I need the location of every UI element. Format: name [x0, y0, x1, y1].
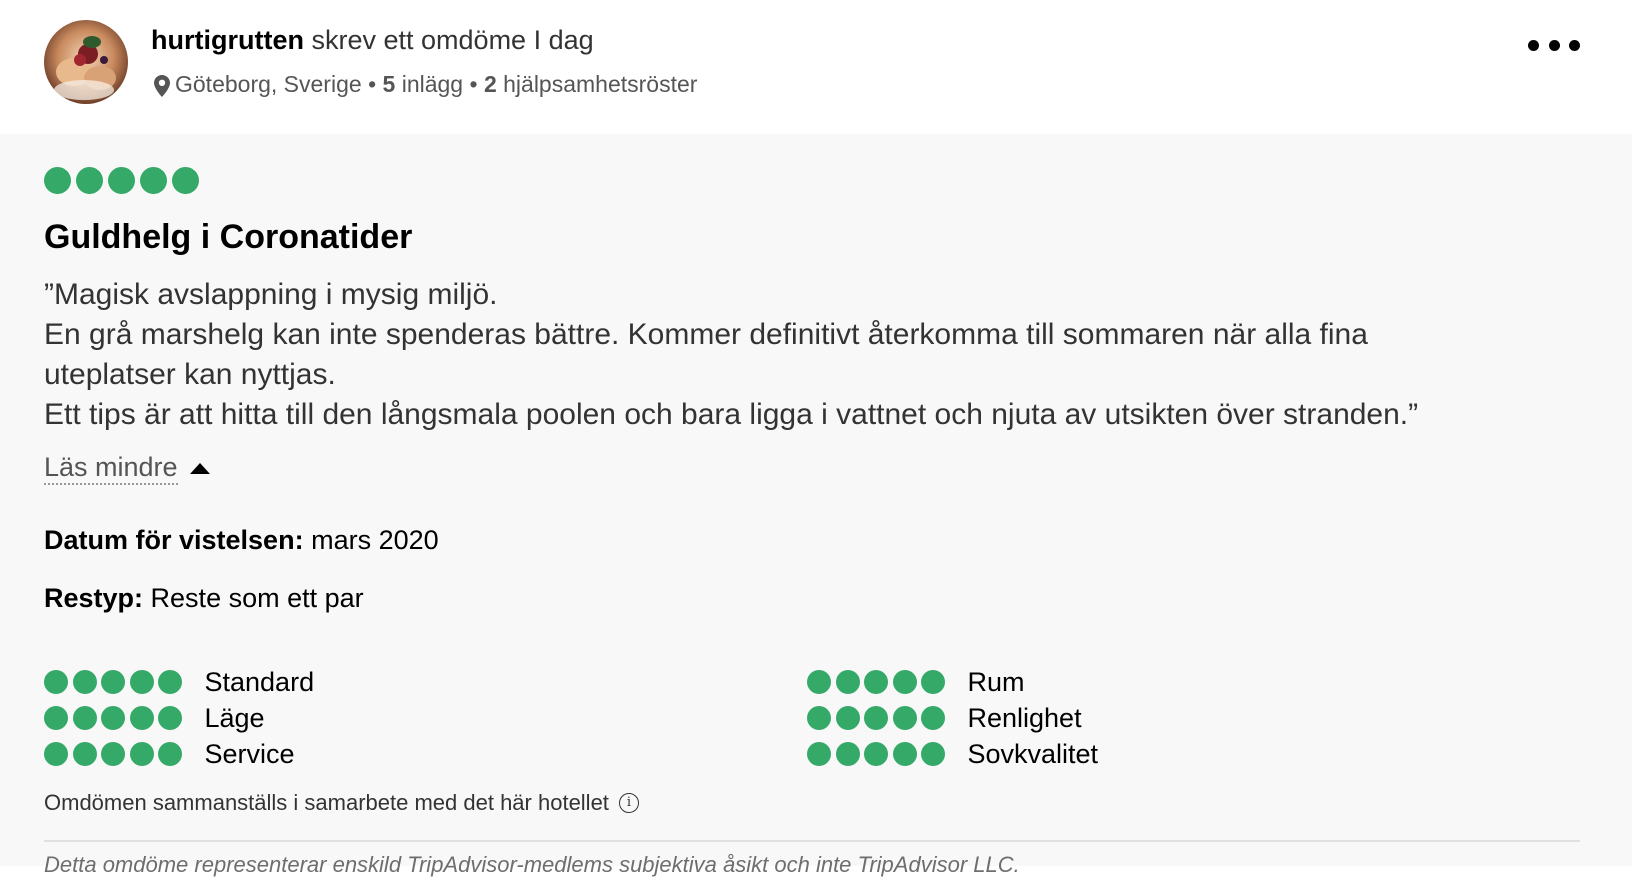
sub-rating-bubbles [44, 742, 187, 766]
rating-bubble [892, 742, 917, 766]
rating-bubble [807, 706, 831, 730]
rating-bubble [921, 706, 945, 730]
review-text-line: ”Magisk avslappning i mysig miljö. [44, 278, 498, 311]
author-meta: Göteborg, Sverige • 5 inlägg • 2 hjälpsa… [154, 68, 697, 100]
rating-bubble [158, 742, 182, 766]
read-less-label[interactable]: Läs mindre [44, 451, 178, 485]
review-text-line: Ett tips är att hitta till den långsmala… [44, 398, 1419, 431]
sub-rating-bubbles [44, 670, 187, 694]
votes-count: 2 [483, 71, 497, 97]
rating-bubble [158, 670, 182, 694]
stay-date-value: mars 2020 [311, 525, 439, 555]
sub-rating-standard: Standard [44, 664, 314, 700]
rating-bubble [129, 706, 154, 730]
more-options-icon[interactable] [1528, 30, 1580, 60]
rating-bubble [129, 742, 154, 766]
rating-bubble [864, 706, 888, 730]
review-disclaimer: Omdömen sammanställs i samarbete med det… [44, 788, 639, 818]
author-action-text: skrev ett omdöme I dag [311, 25, 594, 55]
rating-bubble [172, 167, 199, 194]
sub-rating-bubbles [807, 670, 950, 694]
review-header: hurtigrutten skrev ett omdöme I dag Göte… [0, 0, 1632, 134]
rating-bubble [76, 167, 103, 194]
rating-bubble [101, 670, 125, 694]
sub-rating-label: Standard [204, 666, 315, 697]
rating-bubble [864, 742, 888, 766]
disclaimer-text: Omdömen sammanställs i samarbete med det… [44, 790, 609, 815]
rating-bubble [72, 706, 97, 730]
rating-bubble [44, 742, 68, 766]
sub-rating-label: Service [204, 738, 295, 769]
meta-separator: • [368, 71, 377, 97]
sub-rating-label: Renlighet [967, 702, 1082, 733]
rating-bubble [921, 670, 945, 694]
posts-count: 5 [382, 71, 396, 97]
review-text-line: uteplatser kan nyttjas. [44, 358, 336, 391]
rating-bubble [44, 706, 68, 730]
trip-type-label: Restyp: [44, 583, 144, 613]
sub-rating-bubbles [807, 706, 950, 730]
review-text-line: En grå marshelg kan inte spenderas bättr… [44, 318, 1368, 351]
rating-bubble [108, 167, 135, 194]
stay-date: Datum för vistelsen: mars 2020 [44, 522, 439, 558]
info-icon[interactable]: i [618, 793, 639, 813]
rating-bubble [864, 670, 888, 694]
review-footer-note: Detta omdöme representerar enskild TripA… [44, 852, 1020, 877]
rating-bubble [72, 742, 97, 766]
review-rating [44, 167, 204, 194]
divider [44, 840, 1580, 842]
rating-bubble [892, 706, 917, 730]
rating-bubble [44, 670, 68, 694]
votes-label: hjälpsamhetsröster [503, 71, 698, 97]
sub-rating-sovkvalitet: Sovkvalitet [807, 736, 1098, 772]
review-text: ”Magisk avslappning i mysig miljö. En gr… [44, 275, 1604, 435]
sub-rating-renlighet: Renlighet [807, 700, 1082, 736]
author-username[interactable]: hurtigrutten [151, 25, 304, 55]
more-dot [1528, 39, 1539, 51]
more-dot [1548, 39, 1560, 51]
rating-bubble [44, 167, 71, 194]
review-title[interactable]: Guldhelg i Coronatider [44, 215, 412, 259]
rating-bubble [835, 670, 860, 694]
avatar[interactable] [44, 20, 128, 104]
sub-rating-label: Läge [204, 702, 265, 733]
trip-type: Restyp: Reste som ett par [44, 580, 364, 616]
caret-up-icon[interactable] [189, 462, 210, 474]
trip-type-value: Reste som ett par [150, 583, 364, 613]
rating-bubble [835, 742, 860, 766]
sub-rating-label: Sovkvalitet [967, 738, 1099, 769]
sub-rating-bubbles [44, 706, 187, 730]
rating-bubble [835, 706, 860, 730]
sub-rating-bubbles [807, 742, 950, 766]
rating-bubble [101, 742, 125, 766]
rating-bubble [921, 742, 945, 766]
read-less-button[interactable]: Läs mindre [44, 451, 210, 485]
rating-bubble [807, 670, 831, 694]
map-pin-icon [154, 73, 170, 97]
rating-bubble [892, 670, 917, 694]
rating-bubble [807, 742, 831, 766]
sub-rating-label: Rum [967, 666, 1025, 697]
stay-date-label: Datum för vistelsen: [44, 525, 304, 555]
more-dot [1569, 39, 1580, 51]
author-line: hurtigrutten skrev ett omdöme I dag [151, 22, 594, 58]
rating-bubble [129, 670, 154, 694]
sub-rating-rum: Rum [807, 664, 1025, 700]
author-location: Göteborg, Sverige [175, 71, 362, 97]
sub-rating-service: Service [44, 736, 295, 772]
rating-bubble [158, 706, 182, 730]
posts-label: inlägg [401, 71, 464, 97]
rating-bubble [72, 670, 97, 694]
rating-bubble [101, 706, 125, 730]
meta-separator: • [469, 71, 478, 97]
rating-bubble [140, 167, 167, 194]
sub-rating-lage: Läge [44, 700, 265, 736]
